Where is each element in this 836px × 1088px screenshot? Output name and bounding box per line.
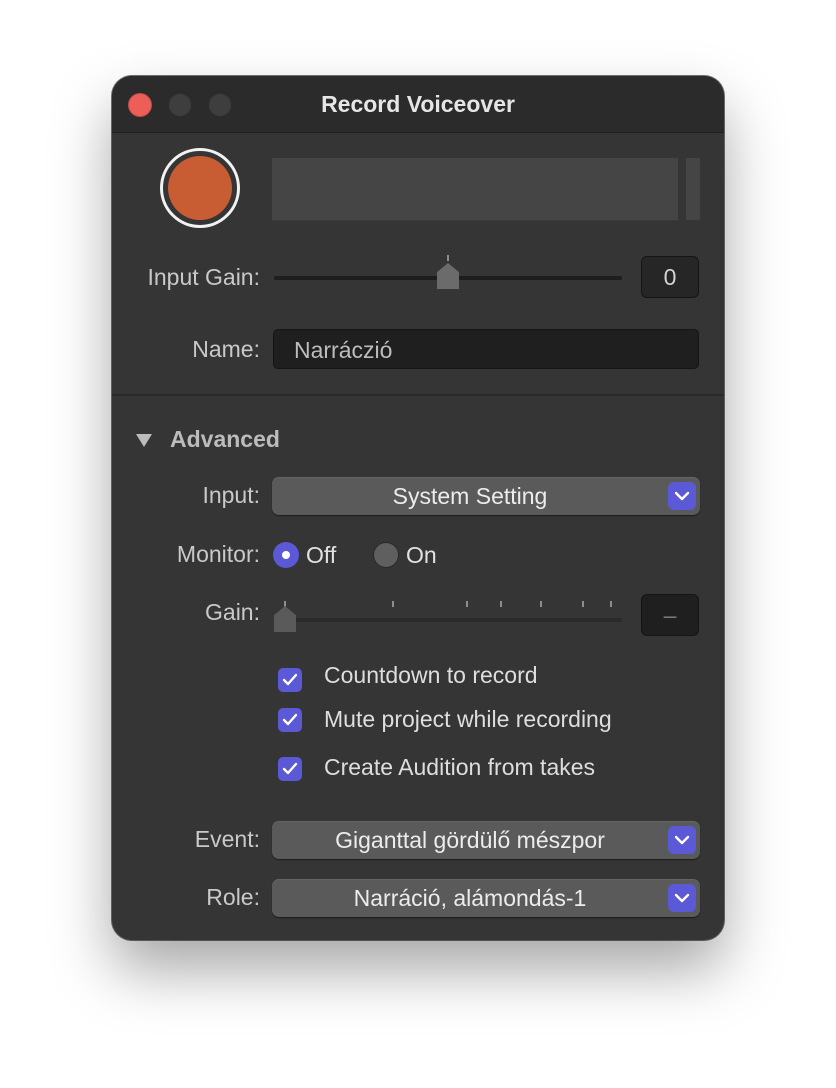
input-gain-label: Input Gain:: [147, 264, 260, 290]
monitor-off-label: Off: [306, 542, 337, 568]
event-popup[interactable]: Giganttal gördülő mészpor: [272, 821, 700, 859]
gain-tick: [392, 601, 394, 607]
gain-tick: [540, 601, 542, 607]
gain-value[interactable]: –: [641, 594, 699, 636]
record-button[interactable]: [160, 148, 240, 228]
checkmark-icon: [282, 673, 298, 686]
record-dot-icon: [168, 156, 232, 220]
chevron-down-icon: [668, 884, 696, 912]
countdown-checkbox[interactable]: [278, 668, 302, 692]
input-popup[interactable]: System Setting: [272, 477, 700, 515]
monitor-on-label: On: [406, 542, 437, 568]
checkmark-icon: [282, 762, 298, 775]
input-popup-value: System Setting: [392, 483, 548, 509]
gain-tick: [582, 601, 584, 607]
monitor-on-radio[interactable]: [373, 542, 399, 568]
disclosure-triangle-icon: [136, 434, 152, 448]
event-popup-value: Giganttal gördülő mészpor: [335, 827, 605, 853]
monitor-label: Monitor:: [176, 541, 260, 567]
name-input[interactable]: Narráczió: [273, 329, 699, 369]
role-popup[interactable]: Narráció, alámondás-1: [272, 879, 700, 917]
input-gain-value[interactable]: 0: [641, 256, 699, 298]
create-audition-label: Create Audition from takes: [324, 754, 596, 780]
chevron-down-icon: [668, 482, 696, 510]
record-voiceover-window: Record Voiceover Input Gain: 0 Name: Nar…: [112, 76, 724, 940]
create-audition-checkbox[interactable]: [278, 757, 302, 781]
audio-level-meter-peak: [686, 158, 700, 220]
monitor-off-radio[interactable]: [273, 542, 299, 568]
gain-tick: [610, 601, 612, 607]
name-label: Name:: [192, 336, 260, 362]
input-gain-slider-thumb[interactable]: [437, 263, 459, 289]
countdown-label: Countdown to record: [324, 662, 538, 688]
role-label: Role:: [206, 884, 260, 910]
gain-slider-track: [274, 618, 622, 622]
advanced-disclosure[interactable]: Advanced: [136, 424, 280, 454]
gain-label: Gain:: [205, 599, 260, 625]
audio-level-meter: [272, 158, 678, 221]
advanced-label: Advanced: [170, 426, 280, 452]
mute-project-label: Mute project while recording: [324, 706, 612, 732]
event-label: Event:: [194, 826, 260, 852]
mute-project-checkbox[interactable]: [278, 708, 302, 732]
checkmark-icon: [282, 713, 298, 726]
section-divider: [112, 394, 724, 396]
gain-tick: [500, 601, 502, 607]
gain-tick: [466, 601, 468, 607]
input-gain-center-tick: [447, 255, 449, 261]
input-label: Input:: [202, 482, 260, 508]
title-bar: Record Voiceover: [112, 76, 724, 133]
window-title: Record Voiceover: [321, 91, 515, 117]
role-popup-value: Narráció, alámondás-1: [353, 885, 587, 911]
chevron-down-icon: [668, 826, 696, 854]
gain-slider-thumb[interactable]: [274, 606, 296, 632]
